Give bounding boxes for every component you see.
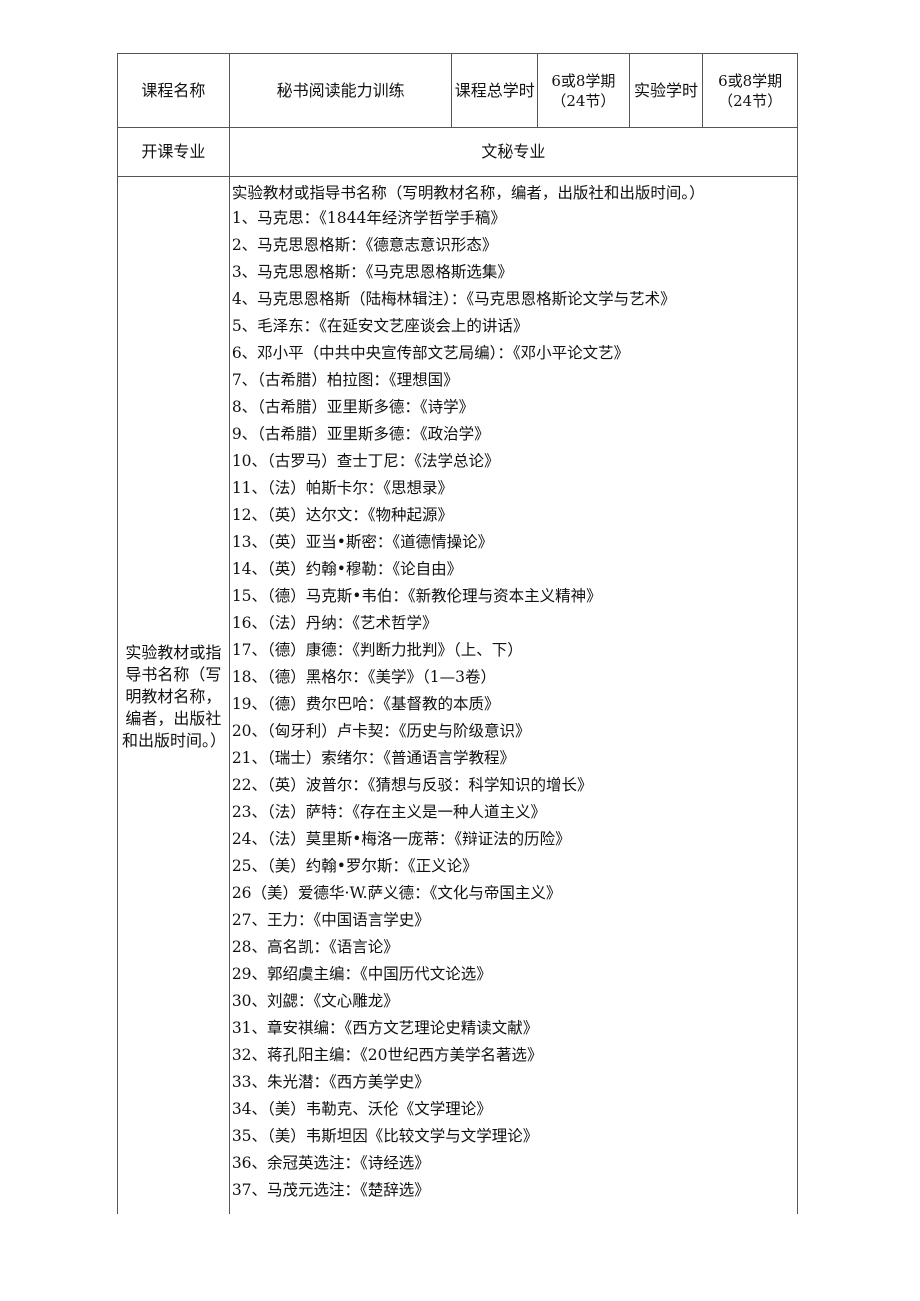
course-name-label: 课程名称 (117, 53, 230, 128)
materials-list: 实验教材或指导书名称（写明教材名称，编者，出版社和出版时间。） 1、马克思：《1… (228, 176, 798, 1214)
list-item: 2、马克思恩格斯：《德意志意识形态》 (231, 236, 498, 254)
major-value: 文秘专业 (228, 127, 798, 177)
list-item: 27、王力：《中国语言学史》 (231, 911, 430, 929)
list-item: 22、（英）波普尔：《猜想与反驳：科学知识的增长》 (231, 776, 593, 794)
table-row-materials: 实验教材或指导书名称（写明教材名称，编者，出版社和出版时间。） 实验教材或指导书… (117, 176, 798, 1214)
list-item: 15、（德）马克斯•韦伯：《新教伦理与资本主义精神》 (231, 587, 602, 605)
list-item: 14、（英）约翰•穆勒：《论自由》 (231, 560, 463, 578)
list-item: 35、（美）韦斯坦因《比较文学与文学理论》 (231, 1127, 539, 1145)
list-item: 6、邓小平（中共中央宣传部文艺局编）：《邓小平论文艺》 (231, 344, 630, 362)
list-item: 34、（美）韦勒克、沃伦《文学理论》 (231, 1100, 492, 1118)
lab-hours-value: 6或8学期 （24节） (702, 53, 798, 128)
list-item: 7、（古希腊）柏拉图：《理想国》 (231, 371, 459, 389)
lab-hours-value-line2: （24节） (718, 91, 783, 110)
list-item: 18、（德）黑格尔：《美学》（1—3卷） (231, 668, 497, 686)
list-item: 9、（古希腊）亚里斯多德：《政治学》 (231, 425, 490, 443)
list-item: 23、（法）萨特：《存在主义是一种人道主义》 (231, 803, 547, 821)
list-item: 25、（美）约翰•罗尔斯：《正义论》 (231, 857, 478, 875)
list-item: 12、（英）达尔文：《物种起源》 (231, 506, 454, 524)
document-page: 课程名称 秘书阅读能力训练 课程总学时 6或8学期 （24节） 实验学时 6或8… (117, 53, 798, 1214)
list-item: 3、马克思恩格斯：《马克思恩格斯选集》 (231, 263, 513, 281)
list-item: 20、（匈牙利）卢卡契：《历史与阶级意识》 (231, 722, 531, 740)
list-item: 10、（古罗马）查士丁尼：《法学总论》 (231, 452, 500, 470)
list-item: 11、（法）帕斯卡尔：《思想录》 (231, 479, 454, 497)
total-hours-label: 课程总学时 (451, 53, 539, 128)
list-item: 1、马克思：《1844年经济学哲学手稿》 (231, 209, 506, 227)
total-hours-value: 6或8学期 （24节） (537, 53, 630, 128)
materials-label: 实验教材或指导书名称（写明教材名称，编者，出版社和出版时间。） (117, 176, 230, 1214)
materials-intro: 实验教材或指导书名称（写明教材名称，编者，出版社和出版时间。） (231, 184, 705, 202)
course-info-table: 课程名称 秘书阅读能力训练 课程总学时 6或8学期 （24节） 实验学时 6或8… (117, 53, 798, 1214)
table-row-course: 课程名称 秘书阅读能力训练 课程总学时 6或8学期 （24节） 实验学时 6或8… (117, 53, 798, 128)
lab-hours-value-line1: 6或8学期 (718, 71, 783, 90)
table-row-major: 开课专业 文秘专业 (117, 127, 798, 177)
list-item: 31、章安祺编：《西方文艺理论史精读文献》 (231, 1019, 539, 1037)
list-item: 16、（法）丹纳：《艺术哲学》 (231, 614, 438, 632)
list-item: 26（美）爱德华·W.萨义德：《文化与帝国主义》 (231, 884, 562, 902)
lab-hours-label: 实验学时 (628, 53, 704, 128)
list-item: 30、刘勰：《文心雕龙》 (231, 992, 399, 1010)
list-item: 33、朱光潜：《西方美学史》 (231, 1073, 430, 1091)
list-item: 24、（法）莫里斯•梅洛一庞蒂：《辩证法的历险》 (231, 830, 571, 848)
list-item: 29、郭绍虞主编：《中国历代文论选》 (231, 965, 492, 983)
list-item: 37、马茂元选注：《楚辞选》 (231, 1181, 430, 1199)
list-item: 17、（德）康德：《判断力批判》（上、下） (231, 641, 523, 659)
list-item: 13、（英）亚当•斯密：《道德情操论》 (231, 533, 494, 551)
materials-items: 1、马克思：《1844年经济学哲学手稿》 2、马克思恩格斯：《德意志意识形态》 3、… (232, 205, 795, 1204)
list-item: 19、（德）费尔巴哈：《基督教的本质》 (231, 695, 500, 713)
list-item: 36、余冠英选注：《诗经选》 (231, 1154, 430, 1172)
course-name-value: 秘书阅读能力训练 (228, 53, 453, 128)
list-item: 21、（瑞士）索绪尔：《普通语言学教程》 (231, 749, 516, 767)
list-item: 28、高名凯：《语言论》 (231, 938, 399, 956)
total-hours-value-line1: 6或8学期 (551, 71, 616, 90)
list-item: 32、蒋孔阳主编：《20世纪西方美学名著选》 (231, 1046, 543, 1064)
list-item: 8、（古希腊）亚里斯多德：《诗学》 (231, 398, 475, 416)
total-hours-value-line2: （24节） (551, 91, 616, 110)
major-label: 开课专业 (117, 127, 230, 177)
list-item: 4、马克思恩格斯（陆梅林辑注）：《马克思恩格斯论文学与艺术》 (231, 290, 676, 308)
list-item: 5、毛泽东：《在延安文艺座谈会上的讲话》 (231, 317, 529, 335)
